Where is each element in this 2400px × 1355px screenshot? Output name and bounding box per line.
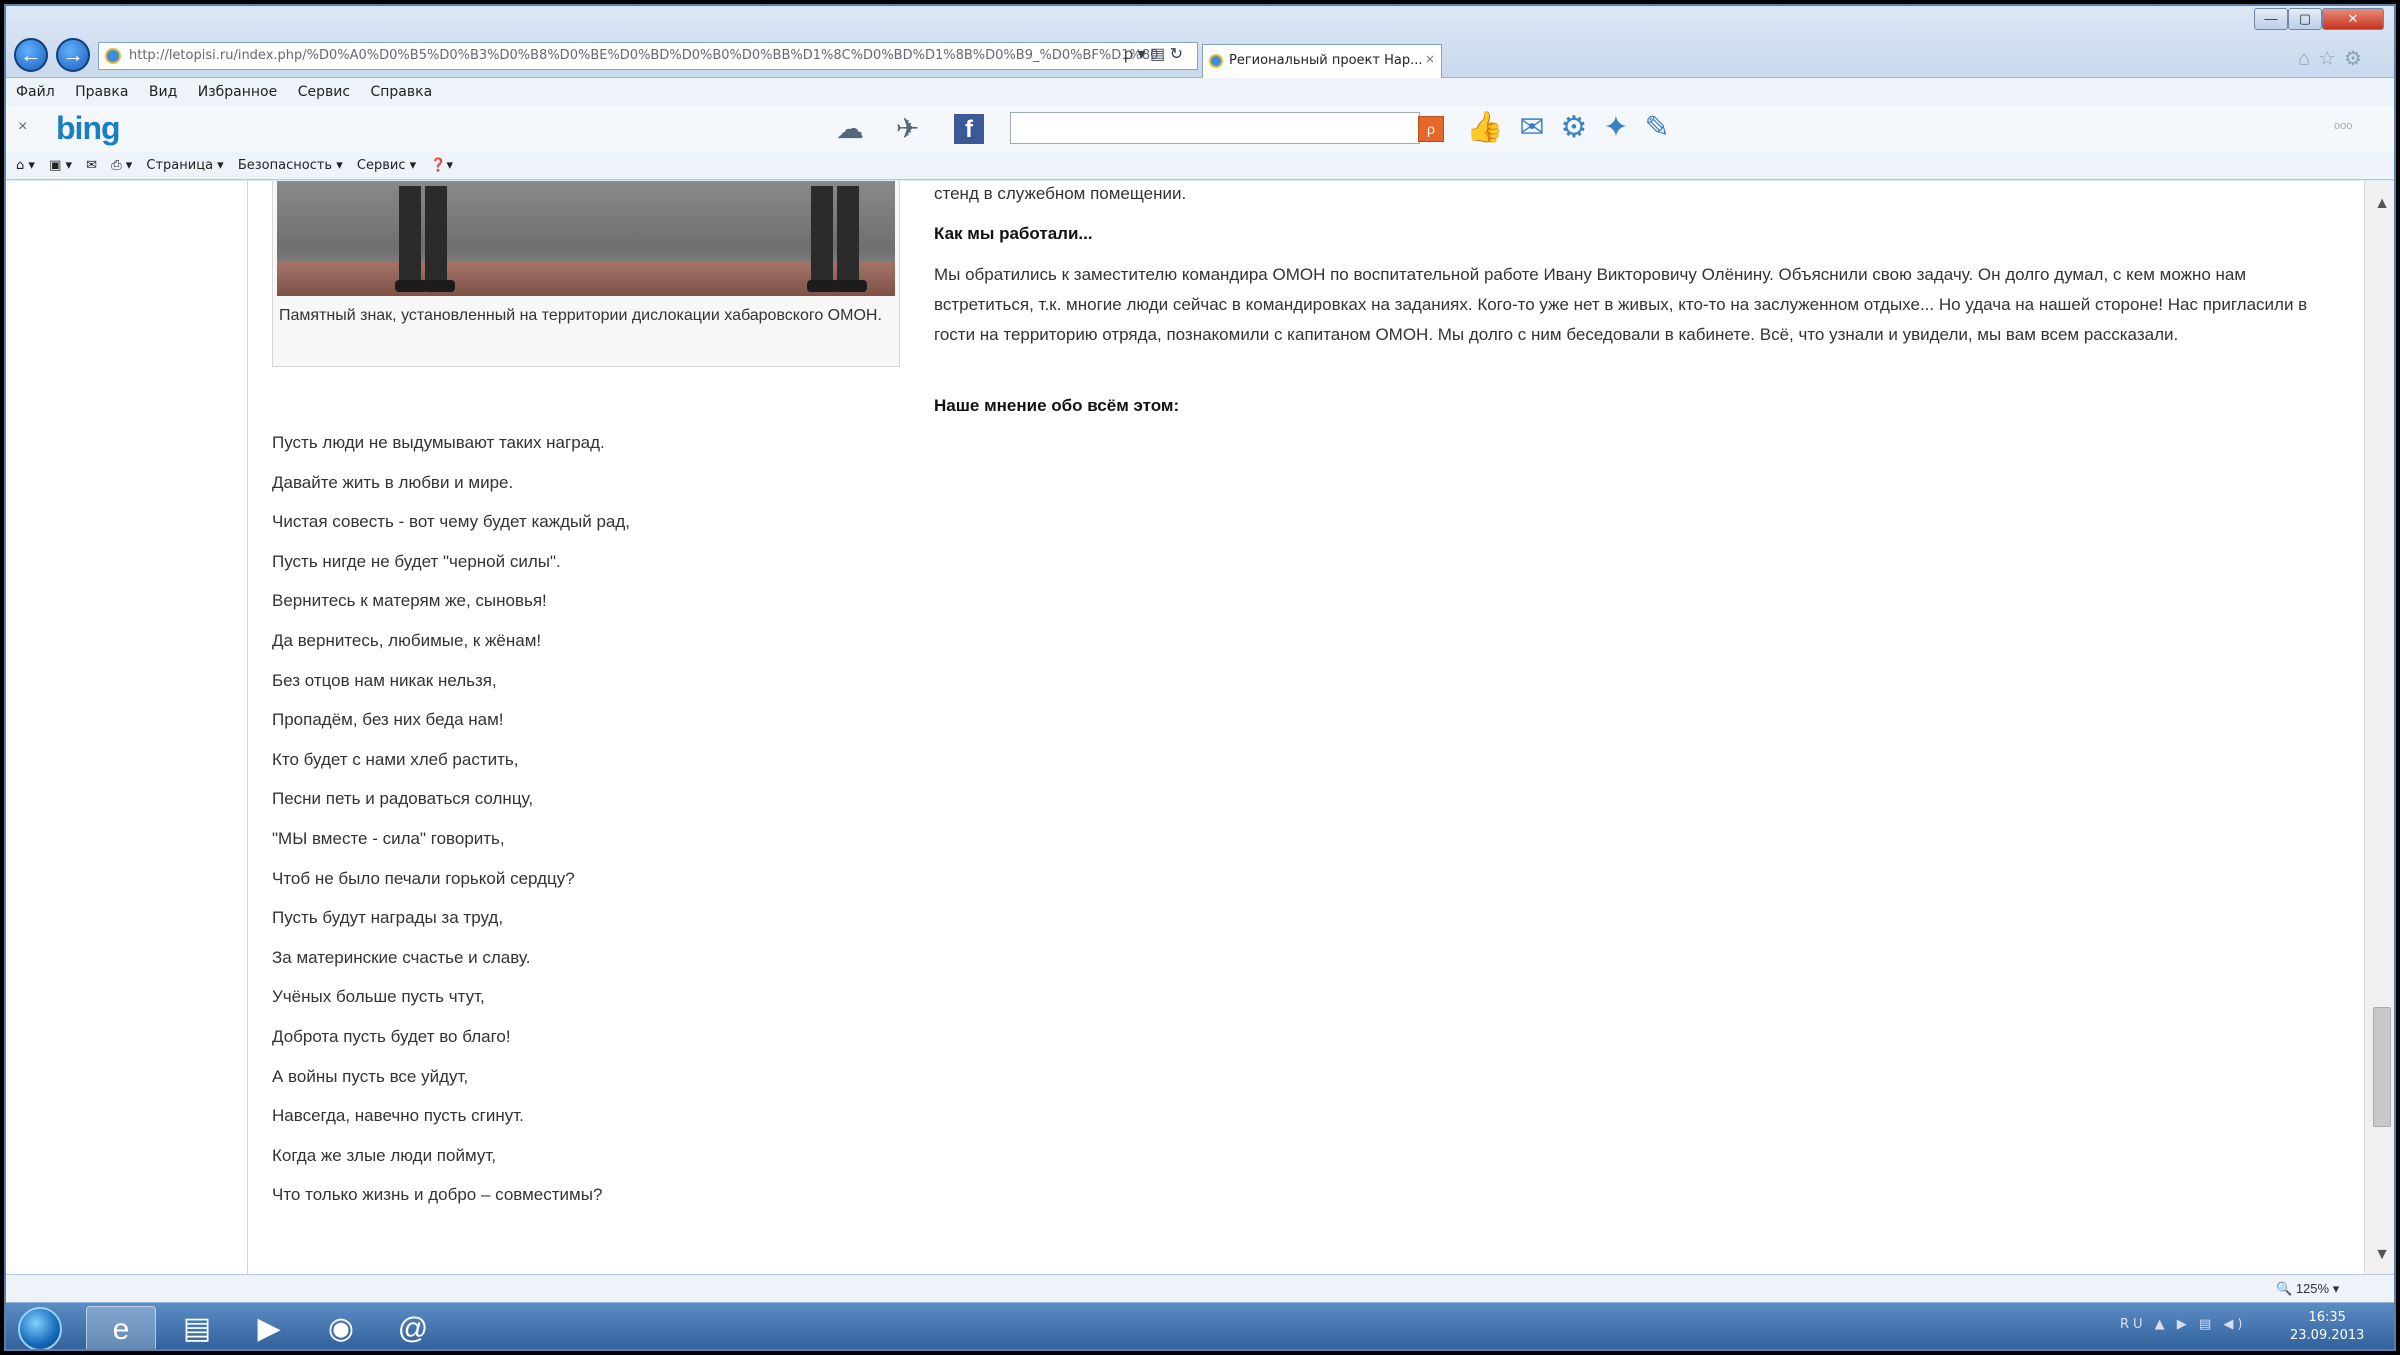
article-paragraph: Мы обратились к заместителю командира ОМ… — [934, 265, 2308, 344]
bing-logo: bing — [56, 110, 121, 146]
menu-item-file[interactable]: Файл — [16, 84, 55, 100]
home-favorites-settings-icons[interactable]: ⌂☆⚙ — [2298, 46, 2370, 71]
poem-line: Песни петь и радоваться солнцу, — [272, 789, 534, 809]
poem-line: За материнские счастье и славу. — [272, 947, 531, 967]
bing-more-icon[interactable]: ooo — [2334, 120, 2352, 132]
zoom-level[interactable]: 🔍 125% ▾ — [2276, 1281, 2339, 1297]
help-icon[interactable]: ❓▾ — [430, 158, 453, 173]
safety-menu-button[interactable]: Безопасность ▾ — [238, 158, 343, 173]
forward-button[interactable]: → — [56, 38, 90, 72]
feeds-icon[interactable]: ▣ ▾ — [49, 158, 72, 173]
memorial-photo — [277, 181, 895, 296]
bing-tool-icons[interactable]: 👍✉⚙✦✎ — [1466, 110, 1686, 145]
poem-line: Пропадём, без них беда нам! — [272, 710, 504, 730]
vertical-scrollbar[interactable]: ▲ ▼ — [2364, 181, 2394, 1274]
scroll-thumb[interactable] — [2373, 1007, 2391, 1127]
tab-active[interactable]: Региональный проект Нар... × — [1202, 44, 1442, 78]
start-button[interactable] — [18, 1307, 62, 1349]
poem-line: Что только жизнь и добро – совместимы? — [272, 1185, 603, 1205]
section-heading: Наше мнение обо всём этом: — [934, 396, 1180, 415]
address-tools[interactable]: ρ ▾ ▤ ↻ — [1124, 42, 1183, 70]
taskbar-media-icon[interactable]: ▶ — [234, 1306, 304, 1349]
clock-time: 16:35 — [2308, 1310, 2346, 1325]
photo-foot — [423, 280, 455, 292]
menu-bar: Файл Правка Вид Избранное Сервис Справка — [6, 78, 2394, 106]
menu-item-view[interactable]: Вид — [149, 84, 177, 100]
poem-line: Учёных больше пусть чтут, — [272, 987, 485, 1007]
taskbar-mail-icon[interactable]: @ — [378, 1306, 448, 1349]
bing-close-icon[interactable]: × — [18, 118, 27, 136]
poem-line: Чистая совесть - вот чему будет каждый р… — [272, 512, 631, 532]
taskbar-explorer-icon[interactable]: ▤ — [162, 1306, 232, 1349]
title-bar: ← → http://letopisi.ru/index.php/%D0%A0%… — [6, 6, 2394, 78]
photo-figure: Памятный знак, установленный на территор… — [272, 181, 900, 367]
print-icon[interactable]: ⎙ ▾ — [111, 158, 132, 173]
tab-title: Региональный проект Нар... — [1229, 53, 1423, 68]
photo-leg — [837, 186, 859, 286]
photo-leg — [811, 186, 833, 286]
mail-icon[interactable]: ✉ — [86, 158, 97, 173]
poem-line: Кто будет с нами хлеб растить, — [272, 749, 519, 769]
poem-line: Без отцов нам никак нельзя, — [272, 670, 497, 690]
menu-item-help[interactable]: Справка — [370, 84, 432, 100]
system-tray[interactable]: RU ▲ ▶ ▤ ◀) — [2120, 1317, 2246, 1332]
poem-line: Вернитесь к матерям же, сыновья! — [272, 591, 547, 611]
maximize-button[interactable]: ▢ — [2288, 8, 2322, 30]
bing-toolbar: × bing ☁ ✈ f ρ 👍✉⚙✦✎ ooo — [6, 106, 2394, 152]
article-text: стенд в служебном помещении. — [934, 184, 1187, 203]
scroll-up-icon[interactable]: ▲ — [2365, 189, 2394, 219]
minimize-button[interactable]: — — [2254, 8, 2288, 30]
home-icon[interactable]: ⌂ ▾ — [16, 158, 35, 173]
poem-line: Да вернитесь, любимые, к жёнам! — [272, 630, 542, 650]
chevron-down-icon[interactable]: ▾ — [2333, 1281, 2340, 1296]
photo-leg — [425, 186, 447, 286]
address-bar[interactable]: http://letopisi.ru/index.php/%D0%A0%D0%B… — [98, 42, 1198, 70]
address-url: http://letopisi.ru/index.php/%D0%A0%D0%B… — [129, 48, 1159, 63]
page-left-margin — [6, 181, 248, 1274]
back-button[interactable]: ← — [14, 38, 48, 72]
page-viewport: Памятный знак, установленный на территор… — [6, 181, 2394, 1274]
poem-line: Когда же злые люди поймут, — [272, 1145, 496, 1165]
bing-search-button[interactable]: ρ — [1418, 116, 1444, 142]
poem-line: Чтоб не было печали горькой сердцу? — [272, 868, 575, 888]
clock-date: 23.09.2013 — [2290, 1328, 2365, 1343]
photo-caption: Памятный знак, установленный на территор… — [279, 307, 882, 324]
section-heading: Как мы работали... — [934, 224, 1093, 243]
poem-line: Пусть будут награды за труд, — [272, 908, 504, 928]
zoom-value: 125% — [2295, 1281, 2330, 1296]
weather-icon[interactable]: ☁ ✈ — [836, 112, 931, 145]
menu-item-edit[interactable]: Правка — [75, 84, 128, 100]
zoom-icon: 🔍 — [2276, 1281, 2293, 1296]
close-button[interactable]: ✕ — [2322, 8, 2384, 30]
menu-item-tools[interactable]: Сервис — [298, 84, 350, 100]
poem-line: Навсегда, навечно пусть сгинут. — [272, 1106, 524, 1126]
taskbar-chrome-icon[interactable]: ◉ — [306, 1306, 376, 1349]
photo-ledge — [277, 262, 895, 296]
taskbar-ie-icon[interactable]: e — [86, 1306, 156, 1349]
poem-line: "МЫ вместе - сила" говорить, — [272, 828, 505, 848]
photo-foot — [835, 280, 867, 292]
page-menu-button[interactable]: Страница ▾ — [146, 158, 223, 173]
poem-line: А войны пусть все уйдут, — [272, 1066, 469, 1086]
tab-close-icon[interactable]: × — [1425, 52, 1435, 66]
page-favicon-icon — [105, 48, 121, 64]
tab-favicon-icon — [1209, 54, 1223, 68]
scroll-down-icon[interactable]: ▼ — [2365, 1240, 2394, 1270]
facebook-icon[interactable]: f — [954, 114, 984, 144]
status-bar: 🔍 125% ▾ — [6, 1274, 2394, 1302]
poem-line: Доброта пусть будет во благо! — [272, 1026, 511, 1046]
poem-line: Давайте жить в любви и мире. — [272, 472, 514, 492]
tools-menu-button[interactable]: Сервис ▾ — [357, 158, 416, 173]
bing-search-input[interactable] — [1010, 112, 1420, 144]
taskbar: e ▤ ▶ ◉ @ RU ▲ ▶ ▤ ◀) 16:35 23.09.2013 — [6, 1302, 2394, 1349]
page-content: Памятный знак, установленный на территор… — [248, 181, 2364, 1274]
poem-line: Пусть люди не выдумывают таких наград. — [272, 433, 605, 452]
browser-window: ← → http://letopisi.ru/index.php/%D0%A0%… — [4, 4, 2396, 1351]
menu-item-favorites[interactable]: Избранное — [198, 84, 278, 100]
poem-line: Пусть нигде не будет "черной силы". — [272, 551, 561, 571]
poem: Пусть люди не выдумывают таких наград. Д… — [272, 431, 630, 1223]
photo-leg — [399, 186, 421, 286]
clock[interactable]: 16:35 23.09.2013 — [2290, 1309, 2364, 1345]
command-bar: ⌂ ▾ ▣ ▾ ✉ ⎙ ▾ Страница ▾ Безопасность ▾ … — [6, 152, 2394, 180]
